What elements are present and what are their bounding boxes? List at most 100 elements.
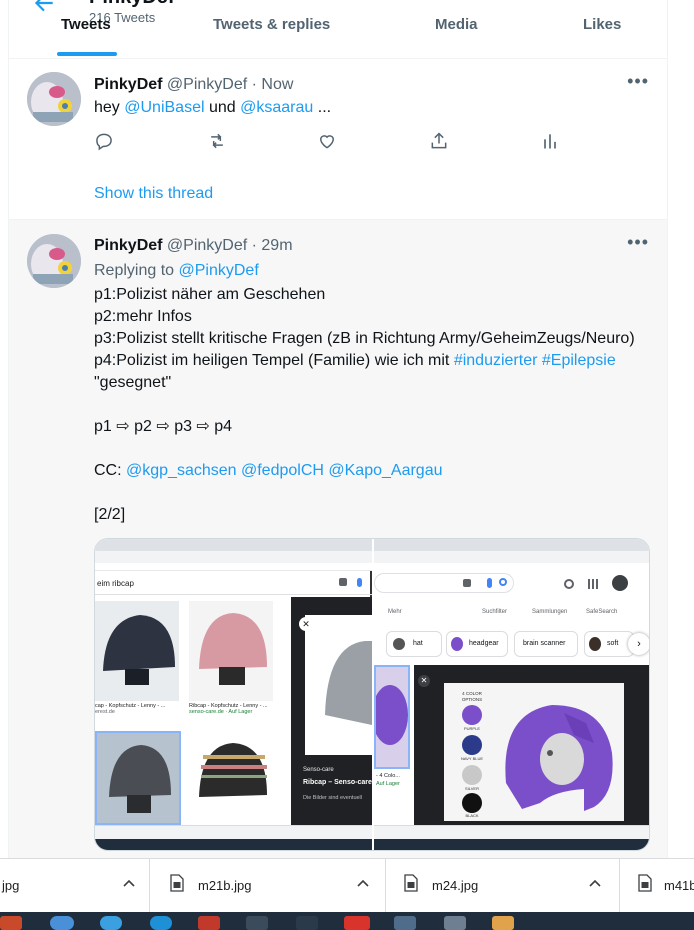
menu-more: Mehr xyxy=(388,609,402,615)
taskbar-skype-icon[interactable] xyxy=(150,916,172,930)
result-image xyxy=(189,731,275,825)
taskbar-app-icon[interactable] xyxy=(246,916,268,930)
taskbar-app-icon[interactable] xyxy=(394,916,416,930)
image-preview-panel: 4 COLOR OPTIONS PURPLE NAVY BLUE SILVER … xyxy=(414,665,649,825)
browser-addressbar xyxy=(95,551,372,563)
mini-taskbar xyxy=(95,839,372,850)
text-segment: und xyxy=(204,99,241,116)
options-title: 4 COLOR OPTIONS xyxy=(461,691,483,702)
taskbar-app-icon[interactable] xyxy=(296,916,318,930)
result-image xyxy=(95,731,181,825)
show-thread-link[interactable]: Show this thread xyxy=(94,185,213,203)
chevron-up-icon[interactable] xyxy=(356,876,370,890)
share-icon[interactable] xyxy=(429,131,451,153)
avatar[interactable] xyxy=(27,72,81,126)
reply-icon[interactable] xyxy=(94,131,116,153)
browser-addressbar xyxy=(374,551,649,563)
image-file-icon xyxy=(638,874,652,892)
download-item[interactable]: m24.jpg xyxy=(386,859,620,913)
panel-source: Senso-care xyxy=(303,767,334,773)
tweet-text: p1:Polizist näher am Geschehen p2:mehr I… xyxy=(94,284,664,526)
mini-taskbar xyxy=(374,839,649,850)
download-item[interactable]: m41b xyxy=(620,859,694,913)
analytics-icon[interactable] xyxy=(542,131,564,153)
mention-link[interactable]: @PinkyDef xyxy=(179,262,259,279)
chip: hat xyxy=(386,631,442,657)
chevron-up-icon[interactable] xyxy=(122,876,136,890)
author-meta: @PinkyDef · Now xyxy=(166,76,294,93)
tweet[interactable]: PinkyDef @PinkyDef · Now ••• hey @UniBas… xyxy=(8,58,668,220)
close-icon: ✕ xyxy=(299,617,313,631)
taskbar-telegram-icon[interactable] xyxy=(100,916,122,930)
back-arrow-icon[interactable] xyxy=(31,0,57,16)
text-segment: hey xyxy=(94,99,125,116)
download-strip xyxy=(374,825,649,839)
replying-prefix: Replying to xyxy=(94,262,179,279)
start-button[interactable] xyxy=(0,916,22,930)
avatar[interactable] xyxy=(27,234,81,288)
preview-image xyxy=(305,615,372,755)
chip: headgear xyxy=(446,631,508,657)
download-strip xyxy=(95,825,372,839)
tab-likes[interactable]: Likes xyxy=(583,16,621,33)
like-icon[interactable] xyxy=(317,131,339,153)
more-options-icon[interactable]: ••• xyxy=(627,232,649,253)
author-name[interactable]: PinkyDef xyxy=(94,237,162,254)
swatch-purple xyxy=(462,705,482,725)
replying-to: Replying to @PinkyDef xyxy=(94,260,259,282)
chip: soft xyxy=(584,631,634,657)
apps-icon xyxy=(588,579,598,589)
tweet[interactable]: PinkyDef @PinkyDef · 29m ••• Replying to… xyxy=(8,220,668,860)
download-filename: m21b.jpg xyxy=(198,878,252,893)
close-icon: ✕ xyxy=(418,675,430,687)
filter-collections: Sammlungen xyxy=(532,609,568,615)
hashtag-link[interactable]: #induzierter xyxy=(454,352,538,369)
image-preview-panel: ✕ Senso-care Ribcap – Senso-care Die Bil… xyxy=(291,597,372,825)
mention-link[interactable]: @kgp_sachsen xyxy=(126,462,237,479)
download-item[interactable]: jpg xyxy=(0,859,150,913)
author-name[interactable]: PinkyDef xyxy=(94,76,162,93)
taskbar-app-icon[interactable] xyxy=(492,916,514,930)
download-filename: jpg xyxy=(2,878,20,893)
mic-icon xyxy=(357,578,362,587)
taskbar-browser-icon[interactable] xyxy=(50,916,74,930)
swatch-label: PURPLE xyxy=(463,726,480,731)
download-filename: m24.jpg xyxy=(432,878,479,893)
download-filename: m41b xyxy=(664,878,694,893)
filter-tools: Suchfilter xyxy=(482,609,508,615)
text-line: p1:Polizist näher am Geschehen xyxy=(94,286,326,303)
caption-source: erest.de xyxy=(95,709,115,715)
result-caption: cap - Kopfschutz - Lenny - ... erest.de xyxy=(95,703,185,723)
text-line: p3:Polizist stellt kritische Fragen (zB … xyxy=(94,330,635,347)
mention-link[interactable]: @ksaarau xyxy=(240,99,313,116)
text-segment: CC: xyxy=(94,462,126,479)
hashtag-link[interactable]: #Epilepsie xyxy=(542,352,616,369)
taskbar-voice-icon[interactable] xyxy=(344,916,370,930)
taskbar-app-icon[interactable] xyxy=(444,916,466,930)
tweet-media-image[interactable]: eim ribcap cap - Kopfschutz - Lenny - ..… xyxy=(94,538,650,851)
retweet-icon[interactable] xyxy=(206,131,228,153)
more-options-icon[interactable]: ••• xyxy=(627,71,649,92)
profile-name: PinkyDef xyxy=(89,0,175,9)
tab-tweets-replies[interactable]: Tweets & replies xyxy=(213,16,330,33)
browser-tabstrip xyxy=(374,539,649,551)
download-item[interactable]: m21b.jpg xyxy=(152,859,386,913)
tab-tweets[interactable]: Tweets xyxy=(61,16,111,33)
settings-icon xyxy=(564,579,574,589)
search-query: eim ribcap xyxy=(97,579,134,588)
chip-thumb xyxy=(589,637,601,651)
mention-link[interactable]: @UniBasel xyxy=(124,99,204,116)
tweet-text: hey @UniBasel und @ksaarau ... xyxy=(94,97,331,119)
mention-link[interactable]: @fedpolCH xyxy=(241,462,324,479)
chip-thumb xyxy=(451,637,463,651)
swatch-navy xyxy=(462,735,482,755)
chevron-up-icon[interactable] xyxy=(588,876,602,890)
browser-tabstrip xyxy=(95,539,372,551)
tweet-author: PinkyDef @PinkyDef · Now xyxy=(94,76,293,94)
tab-media[interactable]: Media xyxy=(435,16,478,33)
bookmarks-bar xyxy=(95,563,372,571)
mention-link[interactable]: @Kapo_Aargau xyxy=(328,462,442,479)
profile-header: PinkyDef 216 Tweets Tweets Tweets & repl… xyxy=(8,0,668,58)
taskbar-app-icon[interactable] xyxy=(198,916,220,930)
panel-title: Ribcap – Senso-care xyxy=(303,779,372,786)
